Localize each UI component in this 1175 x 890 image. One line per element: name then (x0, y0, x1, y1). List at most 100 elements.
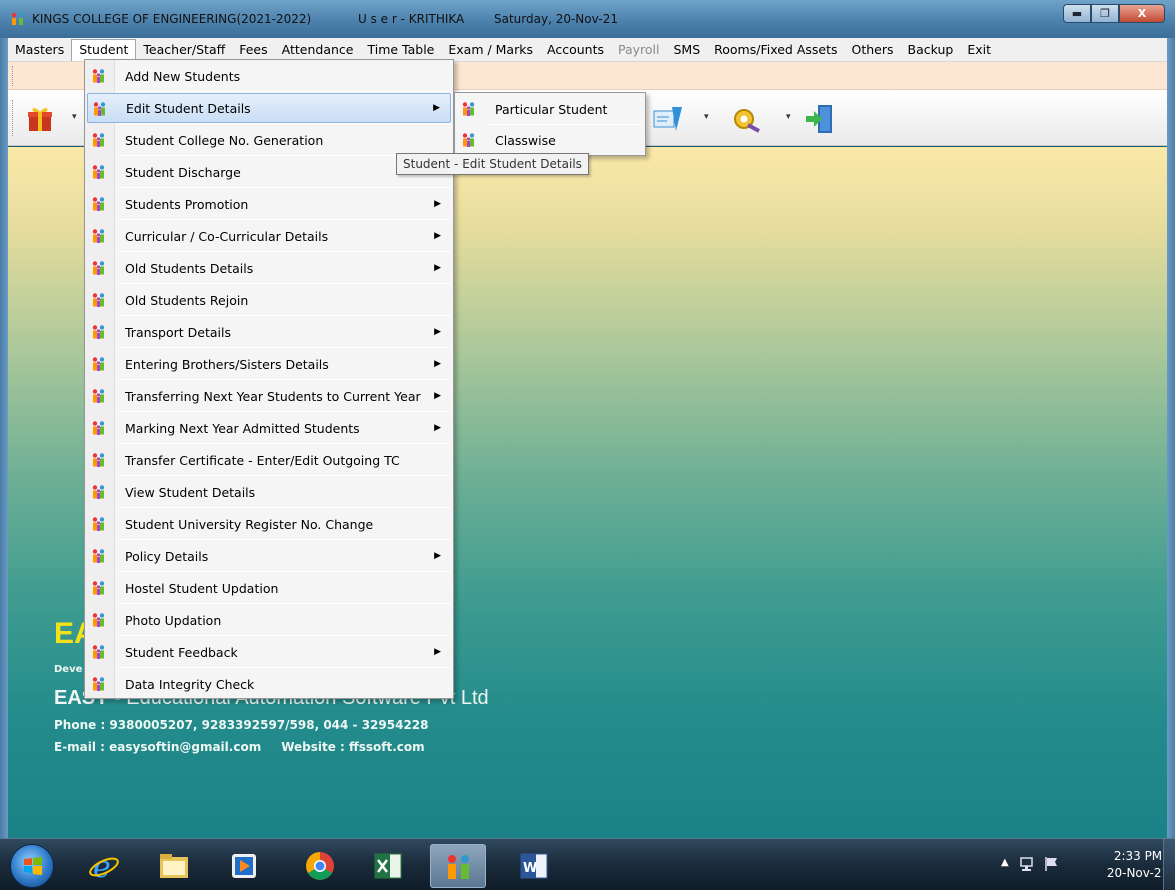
menu-separator (119, 667, 451, 668)
student-menu-item-label: Marking Next Year Admitted Students (125, 420, 360, 436)
menu-tooltip: Student - Edit Student Details (396, 153, 589, 175)
student-menu-item[interactable]: Add New Students (87, 61, 451, 91)
student-menu-item[interactable]: Old Students Rejoin (87, 285, 451, 315)
student-menu-item-label: Policy Details (125, 548, 209, 564)
menu-student[interactable]: Student (71, 38, 137, 61)
chrome-icon[interactable] (292, 844, 348, 888)
internet-explorer-icon[interactable]: e (76, 844, 132, 888)
menu-time-table[interactable]: Time Table (360, 39, 441, 61)
windows-logo-icon (24, 857, 42, 875)
student-menu-item-label: Curricular / Co-Curricular Details (125, 228, 329, 244)
student-menu-item[interactable]: Student University Register No. Change (87, 509, 451, 539)
student-menu-item[interactable]: Marking Next Year Admitted Students ▶ (87, 413, 451, 443)
student-menu-item-label: Student Feedback (125, 644, 238, 660)
student-menu-item-label: Edit Student Details (126, 100, 251, 116)
student-menu-item[interactable]: Transfer Certificate - Enter/Edit Outgoi… (87, 445, 451, 475)
window-frame-right (1167, 38, 1175, 838)
submenu-arrow-icon: ▶ (434, 551, 441, 561)
edit-student-submenu: Particular Student Classwise (454, 92, 646, 156)
menu-separator (119, 91, 451, 92)
menu-exit[interactable]: Exit (960, 39, 998, 61)
menu-separator (119, 187, 451, 188)
student-menu-item-icon (92, 133, 105, 147)
student-menu-item[interactable]: Photo Updation (87, 605, 451, 635)
minimize-icon[interactable]: ▬ (1063, 4, 1091, 23)
menu-payroll[interactable]: Payroll (611, 39, 667, 61)
menu-separator (119, 443, 451, 444)
menu-exam-marks[interactable]: Exam / Marks (441, 39, 540, 61)
brand-contact: E-mail : easysoftin@gmail.com Website : f… (54, 740, 445, 754)
strip-grip[interactable] (12, 66, 15, 86)
certificate-icon[interactable] (652, 103, 684, 135)
edit-submenu-item[interactable]: Particular Student (457, 94, 643, 124)
window-frame-left (0, 38, 8, 838)
gift-icon[interactable] (24, 103, 56, 135)
student-menu-item-label: Transfer Certificate - Enter/Edit Outgoi… (125, 452, 400, 468)
menu-teacher-staff[interactable]: Teacher/Staff (136, 39, 232, 61)
student-menu-item-icon (92, 357, 105, 371)
show-hidden-icons-icon[interactable]: ▲ (1001, 857, 1009, 868)
edit-submenu-item-icon (462, 102, 475, 116)
student-menu-item-icon (92, 581, 105, 595)
system-tray: ▲ 2:33 PM 20-Nov-21 (975, 839, 1175, 890)
student-menu-item-icon (92, 485, 105, 499)
student-menu-item[interactable]: Entering Brothers/Sisters Details ▶ (87, 349, 451, 379)
network-icon[interactable] (1019, 855, 1037, 873)
exit-door-icon[interactable] (804, 103, 836, 135)
menu-masters[interactable]: Masters (8, 39, 71, 61)
student-menu-item[interactable]: Student Feedback ▶ (87, 637, 451, 667)
student-menu-item[interactable]: Policy Details ▶ (87, 541, 451, 571)
student-menu-item[interactable]: View Student Details (87, 477, 451, 507)
toolbar-dropdown-arrow[interactable]: ▾ (704, 112, 709, 122)
toolbar-dropdown-arrow[interactable]: ▾ (786, 112, 791, 122)
submenu-arrow-icon: ▶ (434, 263, 441, 273)
close-icon[interactable]: X (1119, 4, 1165, 23)
student-menu-item[interactable]: Hostel Student Updation (87, 573, 451, 603)
show-desktop-button[interactable] (1163, 839, 1175, 890)
menu-separator (119, 475, 451, 476)
menu-separator (119, 411, 451, 412)
restore-icon[interactable]: ❐ (1091, 4, 1119, 23)
word-icon[interactable]: W (506, 844, 562, 888)
clock[interactable]: 2:33 PM 20-Nov-21 (1105, 848, 1171, 882)
window-date: Saturday, 20-Nov-21 (494, 12, 619, 26)
menu-accounts[interactable]: Accounts (540, 39, 611, 61)
menu-others[interactable]: Others (845, 39, 901, 61)
student-menu-item-icon (92, 645, 105, 659)
menu-separator (119, 603, 451, 604)
menu-fees[interactable]: Fees (232, 39, 274, 61)
clock-date: 20-Nov-21 (1106, 866, 1170, 880)
menu-rooms-fixed-assets[interactable]: Rooms/Fixed Assets (707, 39, 844, 61)
student-menu-item[interactable]: Curricular / Co-Curricular Details ▶ (87, 221, 451, 251)
menu-attendance[interactable]: Attendance (275, 39, 361, 61)
edit-submenu-item-label: Classwise (495, 133, 556, 148)
file-explorer-icon[interactable] (146, 844, 202, 888)
student-menu-item[interactable]: Transferring Next Year Students to Curre… (87, 381, 451, 411)
student-menu-item[interactable]: Transport Details ▶ (87, 317, 451, 347)
student-menu-item[interactable]: Data Integrity Check (87, 669, 451, 699)
submenu-arrow-icon: ▶ (434, 359, 441, 369)
media-player-icon[interactable] (216, 844, 272, 888)
menu-separator (119, 347, 451, 348)
window-title: KINGS COLLEGE OF ENGINEERING(2021-2022) (32, 12, 312, 26)
edit-submenu-item[interactable]: Classwise (457, 125, 643, 155)
student-menu-item[interactable]: Students Promotion ▶ (87, 189, 451, 219)
toolbar-dropdown-arrow[interactable]: ▾ (72, 112, 77, 122)
student-menu-item-icon (92, 229, 105, 243)
excel-icon[interactable] (360, 844, 416, 888)
student-menu-item[interactable]: Student College No. Generation (87, 125, 451, 155)
student-menu-item-label: Old Students Details (125, 260, 254, 276)
student-menu-item-label: Students Promotion (125, 196, 249, 212)
action-center-flag-icon[interactable] (1043, 855, 1061, 873)
window-user: U s e r - KRITHIKA (358, 12, 465, 26)
student-app-icon[interactable] (430, 844, 486, 888)
tools-gear-icon[interactable] (730, 103, 762, 135)
start-button[interactable] (10, 844, 54, 888)
menu-backup[interactable]: Backup (901, 39, 961, 61)
menu-sms[interactable]: SMS (666, 39, 707, 61)
student-menu-item[interactable]: Edit Student Details ▶ (87, 93, 451, 123)
student-menu-item[interactable]: Old Students Details ▶ (87, 253, 451, 283)
student-menu-item-icon (92, 293, 105, 307)
toolbar-grip[interactable] (12, 100, 15, 136)
edit-submenu-item-label: Particular Student (495, 102, 608, 117)
